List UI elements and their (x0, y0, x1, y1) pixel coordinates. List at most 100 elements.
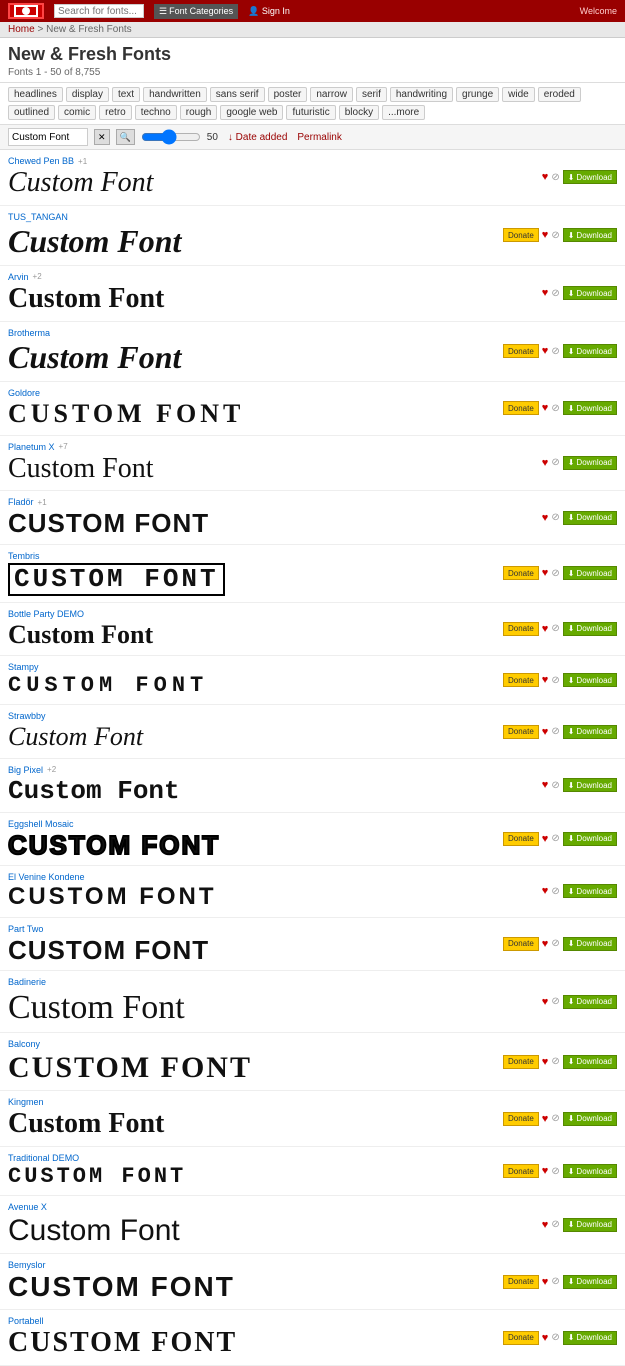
font-name-link[interactable]: Portabell (8, 1316, 44, 1326)
favorite-button[interactable]: ♥ (542, 885, 549, 897)
download-button[interactable]: ⬇ Download (563, 1055, 617, 1069)
sign-in-button[interactable]: 👤 Sign In (248, 6, 290, 17)
favorite-button[interactable]: ♥ (542, 938, 549, 950)
font-name-link[interactable]: Bottle Party DEMO (8, 609, 84, 619)
filter-tag-sans-serif[interactable]: sans serif (210, 87, 265, 102)
font-name-link[interactable]: Arvin (8, 272, 29, 282)
filter-tag-poster[interactable]: poster (268, 87, 308, 102)
filter-tag-display[interactable]: display (66, 87, 109, 102)
download-button[interactable]: ⬇ Download (563, 725, 617, 739)
filter-tag-futuristic[interactable]: futuristic (286, 105, 335, 120)
filter-tag-grunge[interactable]: grunge (456, 87, 499, 102)
font-name-link[interactable]: Part Two (8, 924, 43, 934)
favorite-button[interactable]: ♥ (542, 1113, 549, 1125)
font-name-link[interactable]: Bemyslor (8, 1260, 46, 1270)
search-input[interactable] (54, 4, 144, 18)
font-name-link[interactable]: Traditional DEMO (8, 1153, 79, 1163)
font-preview-text[interactable]: Custom Font (8, 454, 617, 485)
font-name-link[interactable]: Fladör (8, 497, 34, 507)
download-button[interactable]: ⬇ Download (563, 566, 617, 580)
site-logo[interactable] (8, 3, 44, 19)
favorite-button[interactable]: ♥ (542, 345, 549, 357)
font-name-link[interactable]: Balcony (8, 1039, 40, 1049)
favorite-button[interactable]: ♥ (542, 171, 549, 183)
donate-button[interactable]: Donate (503, 673, 539, 687)
download-button[interactable]: ⬇ Download (563, 622, 617, 636)
reset-button[interactable]: ✕ (94, 129, 110, 145)
download-button[interactable]: ⬇ Download (563, 778, 617, 792)
font-preview-text[interactable]: CUSTOM FONT (8, 563, 225, 596)
download-button[interactable]: ⬇ Download (563, 884, 617, 898)
download-button[interactable]: ⬇ Download (563, 1331, 617, 1345)
download-button[interactable]: ⬇ Download (563, 832, 617, 846)
sort-label[interactable]: ↓ Date added (228, 132, 288, 143)
download-button[interactable]: ⬇ Download (563, 937, 617, 951)
donate-button[interactable]: Donate (503, 401, 539, 415)
block-button[interactable]: ⊘ (551, 886, 559, 897)
block-button[interactable]: ⊘ (551, 457, 559, 468)
filter-tag-wide[interactable]: wide (502, 87, 535, 102)
favorite-button[interactable]: ♥ (542, 674, 549, 686)
breadcrumb-home[interactable]: Home (8, 24, 35, 35)
favorite-button[interactable]: ♥ (542, 996, 549, 1008)
donate-button[interactable]: Donate (503, 344, 539, 358)
download-button[interactable]: ⬇ Download (563, 170, 617, 184)
donate-button[interactable]: Donate (503, 1275, 539, 1289)
download-button[interactable]: ⬇ Download (563, 673, 617, 687)
font-preview-text[interactable]: Custom Font (8, 284, 617, 315)
font-name-link[interactable]: Kingmen (8, 1097, 44, 1107)
favorite-button[interactable]: ♥ (542, 457, 549, 469)
font-preview-text[interactable]: Custom Font (8, 989, 617, 1026)
block-button[interactable]: ⊘ (551, 346, 559, 357)
filter-tag-outlined[interactable]: outlined (8, 105, 55, 120)
filter-tag-handwritten[interactable]: handwritten (143, 87, 207, 102)
font-name-link[interactable]: Chewed Pen BB (8, 156, 74, 166)
donate-button[interactable]: Donate (503, 1331, 539, 1345)
size-slider[interactable] (141, 129, 201, 145)
favorite-button[interactable]: ♥ (542, 1276, 549, 1288)
block-button[interactable]: ⊘ (551, 172, 559, 183)
download-button[interactable]: ⬇ Download (563, 401, 617, 415)
download-button[interactable]: ⬇ Download (563, 1164, 617, 1178)
block-button[interactable]: ⊘ (551, 623, 559, 634)
block-button[interactable]: ⊘ (551, 938, 559, 949)
block-button[interactable]: ⊘ (551, 1219, 559, 1230)
block-button[interactable]: ⊘ (551, 1276, 559, 1287)
font-name-link[interactable]: Eggshell Mosaic (8, 819, 74, 829)
filter-tag-retro[interactable]: retro (99, 105, 132, 120)
download-button[interactable]: ⬇ Download (563, 286, 617, 300)
filter-tag-...more[interactable]: ...more (382, 105, 425, 120)
font-name-link[interactable]: Badinerie (8, 977, 46, 987)
filter-tag-text[interactable]: text (112, 87, 140, 102)
block-button[interactable]: ⊘ (551, 403, 559, 414)
favorite-button[interactable]: ♥ (542, 1332, 549, 1344)
favorite-button[interactable]: ♥ (542, 833, 549, 845)
font-categories-button[interactable]: ☰ Font Categories (154, 4, 238, 19)
block-button[interactable]: ⊘ (551, 675, 559, 686)
block-button[interactable]: ⊘ (551, 833, 559, 844)
download-button[interactable]: ⬇ Download (563, 1112, 617, 1126)
font-name-link[interactable]: Goldore (8, 388, 40, 398)
font-name-link[interactable]: Avenue X (8, 1202, 47, 1212)
zoom-in-button[interactable]: 🔍 (116, 129, 135, 145)
filter-tag-comic[interactable]: comic (58, 105, 96, 120)
favorite-button[interactable]: ♥ (542, 779, 549, 791)
download-button[interactable]: ⬇ Download (563, 456, 617, 470)
font-name-link[interactable]: Stampy (8, 662, 39, 672)
filter-tag-headlines[interactable]: headlines (8, 87, 63, 102)
block-button[interactable]: ⊘ (551, 230, 559, 241)
font-name-link[interactable]: Tembris (8, 551, 40, 561)
download-button[interactable]: ⬇ Download (563, 228, 617, 242)
filter-tag-narrow[interactable]: narrow (310, 87, 353, 102)
donate-button[interactable]: Donate (503, 228, 539, 242)
block-button[interactable]: ⊘ (551, 780, 559, 791)
font-name-link[interactable]: El Venine Kondene (8, 872, 85, 882)
permalink-link[interactable]: Permalink (297, 132, 341, 143)
donate-button[interactable]: Donate (503, 937, 539, 951)
block-button[interactable]: ⊘ (551, 726, 559, 737)
font-preview-text[interactable]: Custom Font (8, 168, 617, 199)
donate-button[interactable]: Donate (503, 1112, 539, 1126)
download-button[interactable]: ⬇ Download (563, 1275, 617, 1289)
font-name-link[interactable]: TUS_TANGAN (8, 212, 68, 222)
filter-tag-eroded[interactable]: eroded (538, 87, 581, 102)
